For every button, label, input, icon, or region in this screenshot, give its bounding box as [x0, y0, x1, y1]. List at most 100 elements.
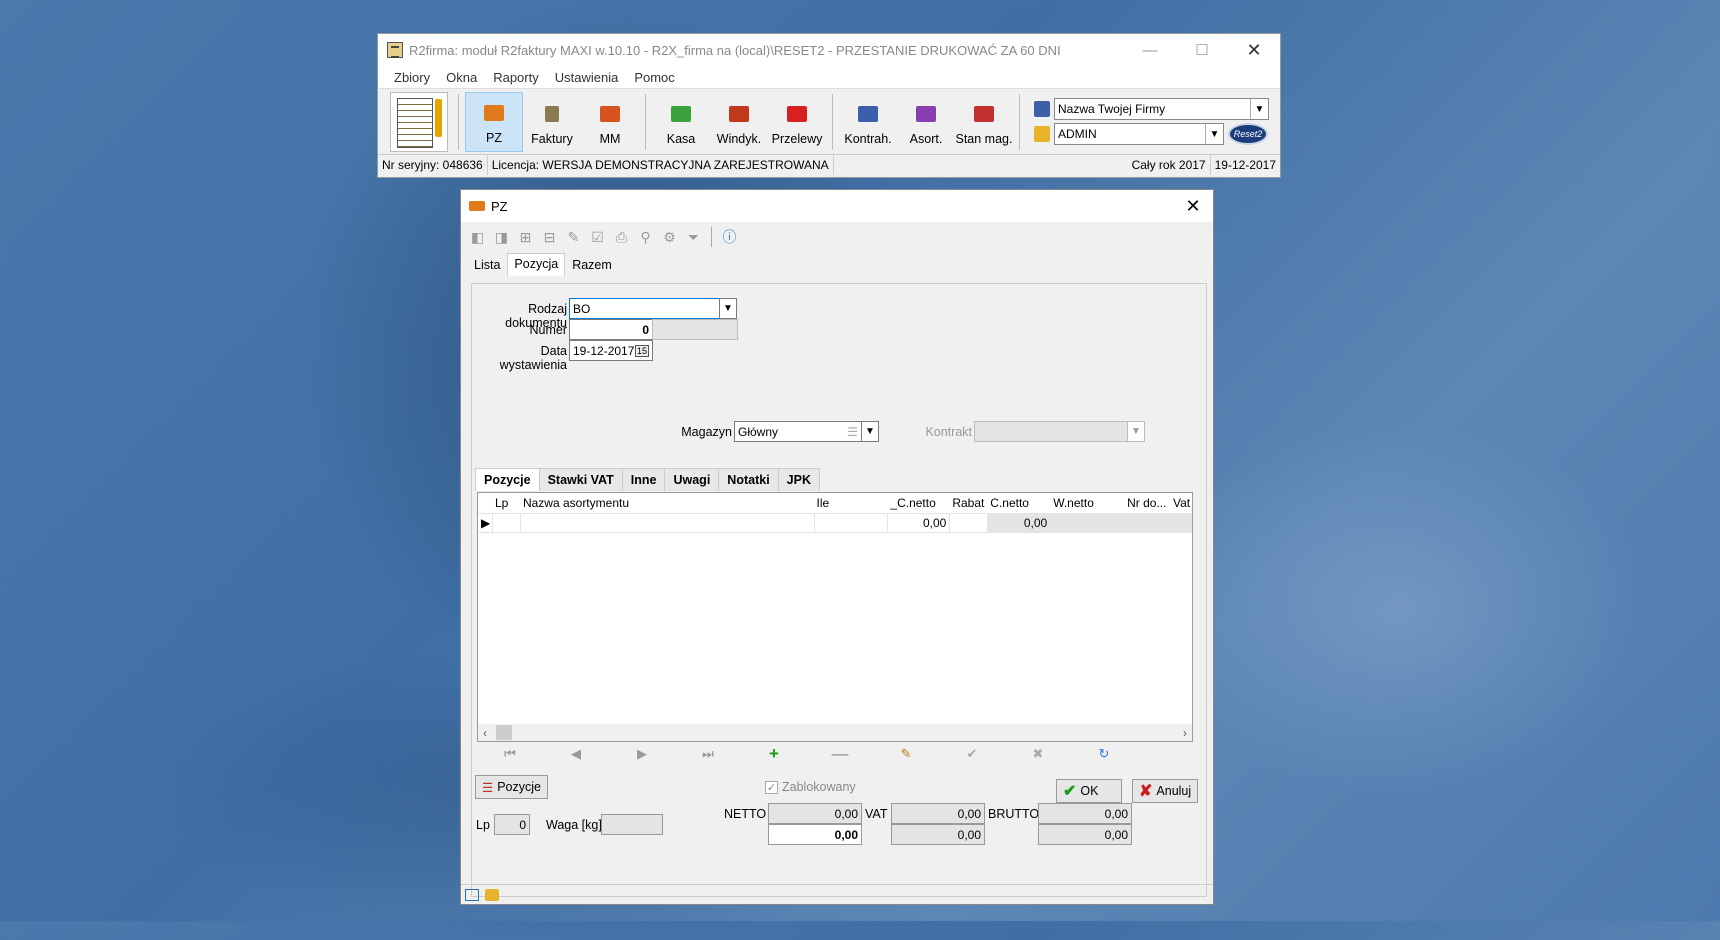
program-logo-icon[interactable] [390, 91, 448, 152]
help-icon[interactable]: ⓘ [719, 227, 740, 248]
settings-icon[interactable]: ⚙ [659, 227, 680, 248]
brutto-value-2: 0,00 [1038, 824, 1132, 845]
scroll-thumb[interactable] [496, 725, 512, 740]
scroll-right-icon[interactable]: › [1178, 726, 1192, 740]
serial-number: Nr seryjny: 048636 [378, 155, 488, 175]
add-doc-icon[interactable]: ⊞ [515, 227, 536, 248]
tab-razem[interactable]: Razem [565, 254, 619, 276]
issue-date-input[interactable]: 19-12-2017 15 [569, 340, 653, 361]
company-name: Nazwa Twojej Firmy [1058, 102, 1166, 116]
contract-input [974, 421, 1128, 442]
menu-pomoc[interactable]: Pomoc [626, 70, 682, 85]
grid-header: Lp Nazwa asortymentu Ile _C.netto Rabat … [478, 493, 1192, 513]
toolbar-kasa-button[interactable]: Kasa [652, 92, 710, 152]
chevron-down-icon[interactable]: ▼ [719, 298, 737, 319]
edit-row-icon[interactable]: ✎ [873, 746, 939, 762]
toolbar-stan-mag-label: Stan mag. [955, 131, 1013, 146]
cancel-x-icon: ✘ [1139, 783, 1153, 800]
reset2-logo: Reset2 [1228, 123, 1268, 145]
print-icon[interactable]: ⎙ [611, 227, 632, 248]
ok-button[interactable]: ✔ OK [1056, 779, 1122, 803]
toolbar-pz-button[interactable]: PZ [465, 91, 523, 152]
positions-button[interactable]: ☰ Pozycje [475, 775, 548, 799]
tab-uwagi[interactable]: Uwagi [664, 468, 720, 491]
tab-inne[interactable]: Inne [621, 468, 666, 491]
nav-next-icon[interactable]: ▶ [609, 746, 675, 762]
toolbar-faktury-button[interactable]: Faktury [523, 92, 581, 152]
toolbar-przelewy-button[interactable]: Przelewy [768, 92, 826, 152]
tab-lista[interactable]: Lista [467, 254, 507, 276]
toolbar-przelewy-label: Przelewy [771, 131, 823, 146]
toolbar-windyk-button[interactable]: Windyk. [710, 92, 768, 152]
post-icon[interactable]: ✔ [939, 746, 1005, 762]
toolbar-asort-button[interactable]: Asort. [897, 92, 955, 152]
menu-okna[interactable]: Okna [438, 70, 485, 85]
minimize-button[interactable]: — [1124, 34, 1176, 66]
warehouse-input[interactable]: Główny ☰ [734, 421, 862, 442]
cancel-button[interactable]: ✘ Anuluj [1132, 779, 1198, 803]
col-vat[interactable]: Vat [1170, 493, 1192, 513]
tab-notatki[interactable]: Notatki [718, 468, 779, 491]
company-combo[interactable]: Nazwa Twojej Firmy ▼ [1054, 98, 1269, 120]
vat-value-1: 0,00 [891, 803, 985, 824]
chevron-down-icon[interactable]: ▼ [1250, 99, 1268, 119]
list-icon[interactable]: ☰ [847, 425, 858, 439]
cell-price[interactable]: 0,00 [987, 514, 1051, 532]
user-key-icon[interactable] [485, 888, 499, 901]
nav-last-icon[interactable]: ⏭ [675, 746, 741, 762]
toolbar-pz-label: PZ [486, 130, 502, 145]
menu-zbiory[interactable]: Zbiory [386, 70, 438, 85]
toolbar-kontrah-button[interactable]: Kontrah. [839, 92, 897, 152]
period-info: Cały rok 2017 [1128, 155, 1211, 175]
toolbar-stan-mag-button[interactable]: Stan mag. [955, 92, 1013, 152]
col-nr-doc[interactable]: Nr do... [1124, 493, 1170, 513]
col-price[interactable]: C.netto [987, 493, 1050, 513]
pz-status-bar [461, 884, 1213, 904]
nav-first-icon[interactable]: ⏮ [477, 746, 543, 762]
tab-pozycje[interactable]: Pozycje [475, 468, 540, 491]
table-row[interactable]: ▶ 0,00 0,00 [478, 513, 1192, 533]
edit-doc-icon[interactable]: ✎ [563, 227, 584, 248]
first-doc-icon[interactable]: ◧ [467, 227, 488, 248]
prev-doc-icon[interactable]: ◨ [491, 227, 512, 248]
cancel-edit-icon[interactable]: ✖ [1005, 746, 1071, 762]
remove-doc-icon[interactable]: ⊟ [539, 227, 560, 248]
locked-checkbox[interactable]: ✓ Zablokowany [765, 780, 856, 794]
doc-type-input[interactable]: BO [569, 298, 720, 319]
scroll-left-icon[interactable]: ‹ [478, 726, 492, 740]
refresh-icon[interactable]: ↻ [1071, 746, 1137, 762]
menu-raporty[interactable]: Raporty [485, 70, 547, 85]
tab-pozycja[interactable]: Pozycja [507, 253, 566, 276]
col-name[interactable]: Nazwa asortymentu [520, 493, 814, 513]
user-combo[interactable]: ADMIN ▼ [1054, 123, 1224, 145]
pz-close-button[interactable]: ✕ [1173, 196, 1213, 217]
col-qty[interactable]: Ile [814, 493, 888, 513]
delete-row-icon[interactable]: — [807, 744, 873, 764]
close-button[interactable]: ✕ [1228, 34, 1280, 66]
col-price-before[interactable]: _C.netto [887, 493, 949, 513]
calendar-icon[interactable]: 15 [634, 344, 649, 357]
maximize-button[interactable]: ☐ [1176, 34, 1228, 66]
add-row-icon[interactable]: + [741, 744, 807, 764]
window-layout-icon[interactable] [465, 888, 479, 901]
delivery-truck-icon [484, 104, 504, 121]
tab-jpk[interactable]: JPK [777, 468, 820, 491]
toolbar-mm-button[interactable]: MM [581, 92, 639, 152]
tab-stawki-vat[interactable]: Stawki VAT [538, 468, 623, 491]
col-lp[interactable]: Lp [492, 493, 520, 513]
col-discount[interactable]: Rabat [949, 493, 987, 513]
chevron-down-icon[interactable]: ▼ [1205, 124, 1223, 144]
col-value[interactable]: W.netto [1050, 493, 1124, 513]
chevron-down-icon[interactable]: ▼ [861, 421, 879, 442]
filter-icon[interactable]: ⏷ [683, 227, 704, 248]
weight-label: Waga [kg] [546, 818, 602, 832]
search-icon[interactable]: ⚲ [635, 227, 656, 248]
horizontal-scrollbar[interactable]: ‹ › [478, 724, 1192, 741]
building-icon [1034, 101, 1050, 117]
menu-ustawienia[interactable]: Ustawienia [547, 70, 627, 85]
nav-prev-icon[interactable]: ◀ [543, 746, 609, 762]
positions-grid[interactable]: Lp Nazwa asortymentu Ile _C.netto Rabat … [477, 492, 1193, 742]
number-input[interactable]: 0 [569, 319, 653, 340]
accept-doc-icon[interactable]: ☑ [587, 227, 608, 248]
cell-price-before[interactable]: 0,00 [887, 514, 949, 532]
